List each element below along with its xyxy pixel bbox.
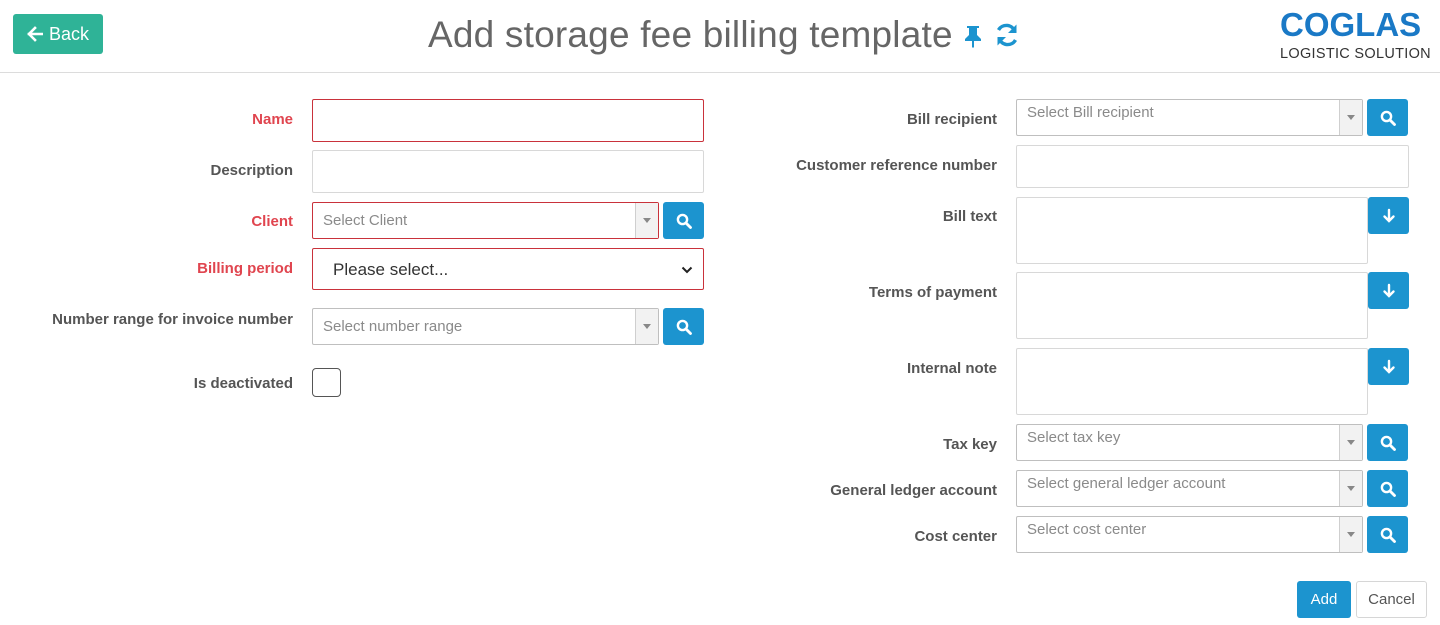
chevron-down-icon [681, 266, 693, 274]
pin-icon[interactable] [962, 24, 984, 48]
cancel-button[interactable]: Cancel [1356, 581, 1427, 618]
number-range-search-button[interactable] [663, 308, 704, 345]
company-logo: COGLAS LOGISTIC SOLUTION [1278, 6, 1431, 66]
is-deactivated-checkbox[interactable] [312, 368, 341, 397]
bill-recipient-select[interactable]: Select Bill recipient [1016, 99, 1363, 136]
back-button[interactable]: Back [13, 14, 103, 54]
search-icon [1380, 435, 1396, 451]
arrow-down-icon [1382, 359, 1395, 374]
cost-center-search-button[interactable] [1367, 516, 1408, 553]
page-header: Back Add storage fee billing template CO… [0, 0, 1440, 73]
name-input[interactable] [312, 99, 704, 142]
chevron-down-icon[interactable] [1339, 471, 1362, 506]
cost-center-placeholder: Select cost center [1027, 521, 1147, 538]
logo-main-text: COGLAS [1280, 6, 1422, 43]
add-button[interactable]: Add [1297, 581, 1351, 618]
back-button-label: Back [48, 23, 90, 44]
customer-ref-input[interactable] [1016, 145, 1409, 188]
search-icon [676, 319, 692, 335]
gl-account-label: General ledger account [830, 482, 997, 499]
cost-center-label: Cost center [914, 528, 997, 545]
logo-sub-text: LOGISTIC SOLUTION [1280, 46, 1431, 62]
number-range-placeholder: Select number range [323, 318, 463, 335]
tax-key-select[interactable]: Select tax key [1016, 424, 1363, 461]
is-deactivated-label: Is deactivated [193, 375, 293, 392]
bill-text-insert-button[interactable] [1368, 197, 1409, 234]
search-icon [1380, 110, 1396, 126]
client-search-button[interactable] [663, 202, 704, 239]
number-range-label: Number range for invoice number [52, 311, 293, 328]
bill-text-label: Bill text [942, 208, 997, 225]
terms-label: Terms of payment [868, 284, 997, 301]
arrow-left-icon [27, 26, 43, 42]
arrow-down-icon [1382, 283, 1395, 298]
tax-key-label: Tax key [943, 436, 997, 453]
search-icon [676, 213, 692, 229]
client-select[interactable]: Select Client [312, 202, 659, 239]
internal-note-label: Internal note [906, 360, 997, 377]
bill-recipient-search-button[interactable] [1367, 99, 1408, 136]
chevron-down-icon[interactable] [635, 309, 658, 344]
internal-note-textarea[interactable] [1016, 348, 1368, 415]
search-icon [1380, 481, 1396, 497]
refresh-icon[interactable] [993, 21, 1021, 49]
bill-text-textarea[interactable] [1016, 197, 1368, 264]
tax-key-search-button[interactable] [1367, 424, 1408, 461]
search-icon [1380, 527, 1396, 543]
gl-account-select[interactable]: Select general ledger account [1016, 470, 1363, 507]
description-input[interactable] [312, 150, 704, 193]
client-label: Client [251, 213, 293, 230]
terms-textarea[interactable] [1016, 272, 1368, 339]
number-range-select[interactable]: Select number range [312, 308, 659, 345]
billing-period-label: Billing period [197, 260, 293, 277]
arrow-down-icon [1382, 208, 1395, 223]
client-select-placeholder: Select Client [323, 212, 408, 229]
billing-period-value: Please select... [333, 260, 449, 279]
chevron-down-icon[interactable] [1339, 517, 1362, 552]
bill-recipient-placeholder: Select Bill recipient [1027, 104, 1154, 121]
customer-ref-label: Customer reference number [796, 157, 997, 174]
cost-center-select[interactable]: Select cost center [1016, 516, 1363, 553]
terms-insert-button[interactable] [1368, 272, 1409, 309]
gl-account-search-button[interactable] [1367, 470, 1408, 507]
page-title: Add storage fee billing template [428, 14, 953, 55]
name-label: Name [252, 111, 293, 128]
billing-period-select[interactable]: Please select... [312, 248, 704, 290]
internal-note-insert-button[interactable] [1368, 348, 1409, 385]
chevron-down-icon[interactable] [635, 203, 658, 238]
chevron-down-icon[interactable] [1339, 100, 1362, 135]
description-label: Description [210, 162, 293, 179]
chevron-down-icon[interactable] [1339, 425, 1362, 460]
bill-recipient-label: Bill recipient [906, 111, 997, 128]
tax-key-placeholder: Select tax key [1027, 429, 1121, 446]
gl-account-placeholder: Select general ledger account [1027, 475, 1226, 492]
